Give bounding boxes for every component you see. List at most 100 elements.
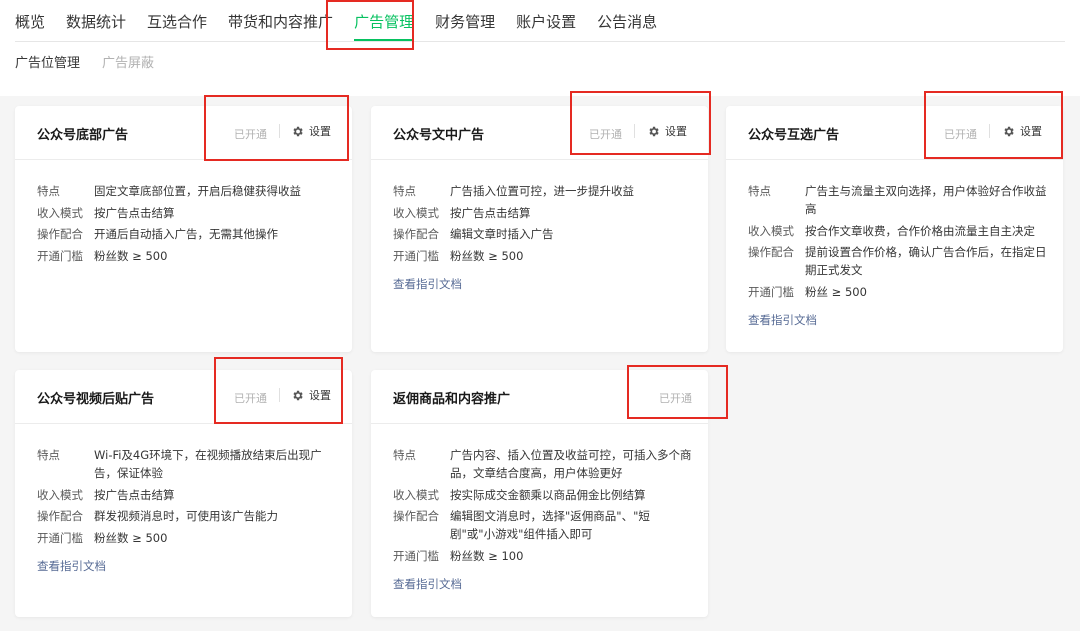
card-body: 特点 Wi-Fi及4G环境下，在视频播放结束后出现广告，保证体验 收入模式 按广告点… bbox=[37, 446, 336, 574]
row-value: 编辑文章时插入广告 bbox=[450, 227, 554, 241]
ad-card-mutual-selection: 公众号互选广告 已开通 设置 特点 广告主与流量主双向选择，用户体验好合作收益高 … bbox=[726, 106, 1063, 352]
ad-card-video-post-roll: 公众号视频后贴广告 已开通 设置 特点 Wi-Fi及4G环境下，在视频播放结束后出… bbox=[15, 370, 352, 617]
info-row: 开通门槛 粉丝 ≥ 500 bbox=[748, 283, 1047, 301]
settings-button[interactable]: 设置 bbox=[1002, 123, 1042, 139]
info-row: 收入模式 按实际成交金额乘以商品佣金比例结算 bbox=[393, 486, 692, 504]
gear-icon bbox=[649, 126, 659, 136]
guide-doc-link[interactable]: 查看指引文档 bbox=[393, 276, 462, 292]
row-value: Wi-Fi及4G环境下，在视频播放结束后出现广告，保证体验 bbox=[94, 448, 322, 480]
row-value: 粉丝数 ≥ 500 bbox=[94, 530, 168, 545]
nav-tab-finance[interactable]: 财务管理 bbox=[435, 0, 495, 42]
gear-icon bbox=[1004, 126, 1014, 136]
sub-nav: 广告位管理 广告屏蔽 bbox=[15, 52, 154, 71]
status-label: 已开通 bbox=[944, 128, 977, 141]
row-value: 按实际成交金额乘以商品佣金比例结算 bbox=[450, 487, 646, 502]
info-row: 操作配合 编辑文章时插入广告 bbox=[393, 225, 692, 243]
row-key: 特点 bbox=[748, 184, 771, 198]
ad-card-in-article: 公众号文中广告 已开通 设置 特点 广告插入位置可控，进一步提升收益 收入模式 按广… bbox=[371, 106, 708, 352]
row-value: 广告内容、插入位置及收益可控，可插入多个商品，文章结合度高，用户体验更好 bbox=[450, 448, 692, 480]
row-key: 收入模式 bbox=[748, 223, 794, 238]
row-value: 粉丝数 ≥ 500 bbox=[94, 248, 168, 263]
divider bbox=[989, 124, 990, 138]
info-row: 操作配合 提前设置合作价格，确认广告合作后，在指定日期正式发文 bbox=[748, 243, 1047, 279]
settings-button[interactable]: 设置 bbox=[647, 123, 687, 139]
gear-icon bbox=[293, 390, 303, 400]
card-title: 公众号文中广告 bbox=[393, 128, 485, 143]
status-label: 已开通 bbox=[234, 392, 267, 405]
row-value: 固定文章底部位置，开启后稳健获得收益 bbox=[94, 184, 301, 198]
card-title: 公众号互选广告 bbox=[748, 128, 840, 143]
info-row: 收入模式 按广告点击结算 bbox=[37, 486, 336, 504]
row-key: 开通门槛 bbox=[393, 548, 439, 563]
row-key: 特点 bbox=[37, 184, 60, 198]
settings-button[interactable]: 设置 bbox=[291, 387, 331, 403]
status-label: 已开通 bbox=[589, 128, 622, 141]
row-key: 开通门槛 bbox=[393, 248, 439, 263]
info-row: 操作配合 开通后自动插入广告，无需其他操作 bbox=[37, 225, 336, 243]
card-header: 公众号底部广告 已开通 设置 bbox=[15, 106, 352, 160]
info-row: 开通门槛 粉丝数 ≥ 500 bbox=[37, 529, 336, 547]
gear-icon bbox=[293, 126, 303, 136]
guide-doc-link[interactable]: 查看指引文档 bbox=[393, 576, 462, 592]
settings-label: 设置 bbox=[665, 125, 687, 138]
guide-doc-link[interactable]: 查看指引文档 bbox=[37, 558, 106, 574]
row-key: 收入模式 bbox=[393, 205, 439, 220]
nav-tab-promotion[interactable]: 带货和内容推广 bbox=[228, 0, 333, 42]
row-value: 开通后自动插入广告，无需其他操作 bbox=[94, 227, 278, 241]
row-value: 按广告点击结算 bbox=[94, 205, 175, 220]
row-key: 收入模式 bbox=[37, 205, 83, 220]
nav-tab-statistics[interactable]: 数据统计 bbox=[66, 0, 126, 42]
row-key: 收入模式 bbox=[393, 487, 439, 502]
row-value: 广告插入位置可控，进一步提升收益 bbox=[450, 184, 634, 198]
info-row: 收入模式 按广告点击结算 bbox=[393, 204, 692, 222]
row-key: 开通门槛 bbox=[37, 530, 83, 545]
card-body: 特点 固定文章底部位置，开启后稳健获得收益 收入模式 按广告点击结算 操作配合 开通后… bbox=[37, 182, 336, 268]
info-row: 特点 固定文章底部位置，开启后稳健获得收益 bbox=[37, 182, 336, 200]
nav-tab-mutual-selection[interactable]: 互选合作 bbox=[147, 0, 207, 42]
info-row: 收入模式 按合作文章收费，合作价格由流量主自主决定 bbox=[748, 222, 1047, 240]
info-row: 开通门槛 粉丝数 ≥ 100 bbox=[393, 547, 692, 565]
row-key: 开通门槛 bbox=[748, 284, 794, 299]
settings-button[interactable]: 设置 bbox=[291, 123, 331, 139]
card-header: 公众号视频后贴广告 已开通 设置 bbox=[15, 370, 352, 424]
row-key: 操作配合 bbox=[37, 509, 83, 523]
nav-tab-account-settings[interactable]: 账户设置 bbox=[516, 0, 576, 42]
nav-tab-ad-management[interactable]: 广告管理 bbox=[354, 0, 415, 42]
nav-tab-announcements[interactable]: 公告消息 bbox=[597, 0, 657, 42]
subnav-ad-slot-management[interactable]: 广告位管理 bbox=[15, 52, 80, 71]
info-row: 特点 Wi-Fi及4G环境下，在视频播放结束后出现广告，保证体验 bbox=[37, 446, 336, 482]
row-key: 开通门槛 bbox=[37, 248, 83, 263]
settings-label: 设置 bbox=[1020, 125, 1042, 138]
row-key: 操作配合 bbox=[393, 509, 439, 523]
status-label: 已开通 bbox=[659, 392, 692, 405]
row-value: 编辑图文消息时，选择"返佣商品"、"短剧"或"小游戏"组件插入即可 bbox=[450, 509, 650, 541]
row-value: 粉丝 ≥ 500 bbox=[805, 284, 867, 299]
status-label: 已开通 bbox=[234, 128, 267, 141]
card-title: 返佣商品和内容推广 bbox=[393, 392, 511, 407]
row-value: 粉丝数 ≥ 100 bbox=[450, 548, 524, 563]
info-row: 操作配合 编辑图文消息时，选择"返佣商品"、"短剧"或"小游戏"组件插入即可 bbox=[393, 507, 692, 543]
row-key: 特点 bbox=[393, 448, 416, 462]
row-value: 广告主与流量主双向选择，用户体验好合作收益高 bbox=[805, 184, 1047, 216]
row-key: 特点 bbox=[37, 448, 60, 462]
subnav-ad-blocking[interactable]: 广告屏蔽 bbox=[102, 52, 154, 71]
card-body: 特点 广告主与流量主双向选择，用户体验好合作收益高 收入模式 按合作文章收费，合作价… bbox=[748, 182, 1047, 328]
info-row: 特点 广告主与流量主双向选择，用户体验好合作收益高 bbox=[748, 182, 1047, 218]
divider bbox=[279, 124, 280, 138]
info-row: 操作配合 群发视频消息时，可使用该广告能力 bbox=[37, 507, 336, 525]
guide-doc-link[interactable]: 查看指引文档 bbox=[748, 312, 817, 328]
row-key: 操作配合 bbox=[37, 227, 83, 241]
card-header: 公众号互选广告 已开通 设置 bbox=[726, 106, 1063, 160]
main-nav: 概览 数据统计 互选合作 带货和内容推广 广告管理 财务管理 账户设置 公告消息 bbox=[15, 0, 1065, 42]
row-value: 粉丝数 ≥ 500 bbox=[450, 248, 524, 263]
row-key: 特点 bbox=[393, 184, 416, 198]
info-row: 收入模式 按广告点击结算 bbox=[37, 204, 336, 222]
settings-label: 设置 bbox=[309, 125, 331, 138]
nav-tab-overview[interactable]: 概览 bbox=[15, 0, 45, 42]
top-bar: 概览 数据统计 互选合作 带货和内容推广 广告管理 财务管理 账户设置 公告消息… bbox=[0, 0, 1080, 96]
card-header: 公众号文中广告 已开通 设置 bbox=[371, 106, 708, 160]
row-key: 操作配合 bbox=[393, 227, 439, 241]
card-body: 特点 广告内容、插入位置及收益可控，可插入多个商品，文章结合度高，用户体验更好 收… bbox=[393, 446, 692, 592]
card-title: 公众号底部广告 bbox=[37, 128, 129, 143]
row-value: 按广告点击结算 bbox=[94, 487, 175, 502]
